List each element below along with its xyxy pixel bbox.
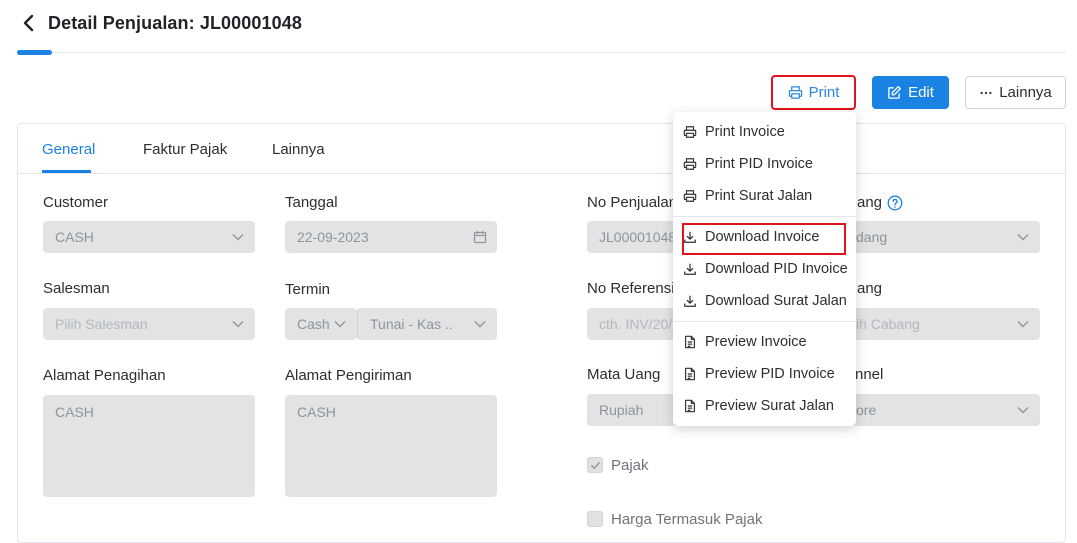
menu-download-surat-jalan[interactable]: Download Surat Jalan xyxy=(683,293,847,309)
menu-item-label: Preview Surat Jalan xyxy=(705,398,834,414)
menu-item-label: Preview PID Invoice xyxy=(705,366,835,382)
termin-label: Termin xyxy=(285,281,331,298)
calendar-icon xyxy=(473,231,487,244)
download-icon xyxy=(684,295,696,307)
cabang-placeholder: ih Cabang xyxy=(856,316,920,332)
active-tab-indicator xyxy=(42,170,91,173)
gudang-label: ang xyxy=(857,194,903,211)
termin-type-select[interactable]: Cash xyxy=(285,308,357,340)
menu-item-label: Download PID Invoice xyxy=(705,261,848,277)
document-icon xyxy=(685,367,695,381)
download-icon xyxy=(684,263,696,275)
pajak-checkbox[interactable] xyxy=(587,457,603,473)
alamat-pengiriman-textarea[interactable]: CASH xyxy=(285,395,497,497)
harga-termasuk-pajak-label: Harga Termasuk Pajak xyxy=(611,511,763,528)
document-icon xyxy=(685,335,695,349)
menu-print-pid-invoice[interactable]: Print PID Invoice xyxy=(683,156,813,172)
menu-item-label: Print Surat Jalan xyxy=(705,188,813,204)
salesman-label: Salesman xyxy=(43,280,110,297)
gudang-value: dang xyxy=(856,229,888,245)
salesman-placeholder: Pilih Salesman xyxy=(55,316,148,332)
title-accent-bar xyxy=(17,50,52,55)
checkmark-icon xyxy=(590,461,600,469)
termin-type-value: Cash xyxy=(297,316,330,332)
help-circle-icon[interactable] xyxy=(887,195,903,211)
chevron-down-icon xyxy=(1017,407,1029,414)
tab-lainnya[interactable]: Lainnya xyxy=(272,141,325,158)
menu-preview-invoice[interactable]: Preview Invoice xyxy=(683,334,807,350)
termin-value: Tunai - Kas .. xyxy=(370,316,453,332)
tab-general[interactable]: General xyxy=(42,141,95,158)
cabang-select[interactable]: ih Cabang xyxy=(828,308,1040,340)
print-button[interactable]: Print xyxy=(771,75,856,110)
edit-button[interactable]: Edit xyxy=(872,76,949,109)
termin-select[interactable]: Tunai - Kas .. xyxy=(357,308,497,340)
tanggal-value: 22-09-2023 xyxy=(297,229,369,245)
cabang-label: ang xyxy=(857,280,883,297)
back-arrow-icon[interactable] xyxy=(18,12,40,34)
no-referensi-label: No Referensi xyxy=(587,280,675,297)
alamat-penagihan-textarea[interactable]: CASH xyxy=(43,395,255,497)
more-button[interactable]: Lainnya xyxy=(965,76,1066,109)
gudang-select[interactable]: dang xyxy=(828,221,1040,253)
tabs-divider xyxy=(18,173,1065,174)
print-button-label: Print xyxy=(808,84,840,101)
customer-label: Customer xyxy=(43,194,109,211)
customer-select[interactable]: CASH xyxy=(43,221,255,253)
tanggal-date-field[interactable]: 22-09-2023 xyxy=(285,221,497,253)
chevron-down-icon xyxy=(232,321,244,328)
printer-icon xyxy=(683,126,697,138)
no-penjualan-label: No Penjualan xyxy=(587,194,678,211)
document-icon xyxy=(685,399,695,413)
menu-divider xyxy=(673,216,856,217)
channel-label: nnel xyxy=(855,366,884,383)
menu-divider xyxy=(673,321,856,322)
no-referensi-input[interactable]: cth. INV/20/ xyxy=(587,308,687,340)
more-button-label: Lainnya xyxy=(999,84,1052,101)
chevron-down-icon xyxy=(232,234,244,241)
tanggal-label: Tanggal xyxy=(285,194,338,211)
chevron-down-icon xyxy=(1017,321,1029,328)
print-dropdown-menu: Print Invoice Print PID Invoice Print Su… xyxy=(673,112,856,426)
menu-print-invoice[interactable]: Print Invoice xyxy=(683,124,785,140)
chevron-down-icon xyxy=(474,321,486,328)
printer-icon xyxy=(788,86,802,99)
menu-print-surat-jalan[interactable]: Print Surat Jalan xyxy=(683,188,812,204)
pajak-label: Pajak xyxy=(611,457,649,474)
menu-item-label: Preview Invoice xyxy=(705,334,807,350)
channel-value: ore xyxy=(856,402,877,418)
channel-select[interactable]: ore xyxy=(828,394,1040,426)
customer-value: CASH xyxy=(55,229,94,245)
ellipsis-icon xyxy=(980,91,992,94)
menu-item-label: Download Surat Jalan xyxy=(705,293,847,309)
menu-item-label: Print Invoice xyxy=(705,124,785,140)
menu-preview-surat-jalan[interactable]: Preview Surat Jalan xyxy=(683,398,834,414)
title-divider xyxy=(17,52,1066,53)
menu-preview-pid-invoice[interactable]: Preview PID Invoice xyxy=(683,366,835,382)
salesman-select[interactable]: Pilih Salesman xyxy=(43,308,255,340)
edit-icon xyxy=(888,86,902,99)
alamat-pengiriman-label: Alamat Pengiriman xyxy=(285,367,412,384)
mata-uang-select[interactable]: Rupiah xyxy=(587,394,687,426)
download-invoice-highlight xyxy=(682,223,846,255)
no-penjualan-value: JL00001048 xyxy=(599,229,677,245)
edit-button-label: Edit xyxy=(908,84,934,101)
printer-icon xyxy=(683,158,697,170)
printer-icon xyxy=(683,190,697,202)
chevron-down-icon xyxy=(334,321,346,328)
no-penjualan-field[interactable]: JL00001048 xyxy=(587,221,687,253)
menu-download-pid-invoice[interactable]: Download PID Invoice xyxy=(683,261,848,277)
no-referensi-placeholder: cth. INV/20/ xyxy=(599,316,673,332)
harga-termasuk-pajak-checkbox[interactable] xyxy=(587,511,603,527)
chevron-down-icon xyxy=(1017,234,1029,241)
mata-uang-label: Mata Uang xyxy=(587,366,661,383)
tab-faktur-pajak[interactable]: Faktur Pajak xyxy=(143,141,227,158)
page-title: Detail Penjualan: JL00001048 xyxy=(48,13,302,33)
gudang-label-text: ang xyxy=(857,194,883,211)
mata-uang-value: Rupiah xyxy=(599,402,644,418)
menu-item-label: Print PID Invoice xyxy=(705,156,813,172)
alamat-penagihan-label: Alamat Penagihan xyxy=(43,367,166,384)
